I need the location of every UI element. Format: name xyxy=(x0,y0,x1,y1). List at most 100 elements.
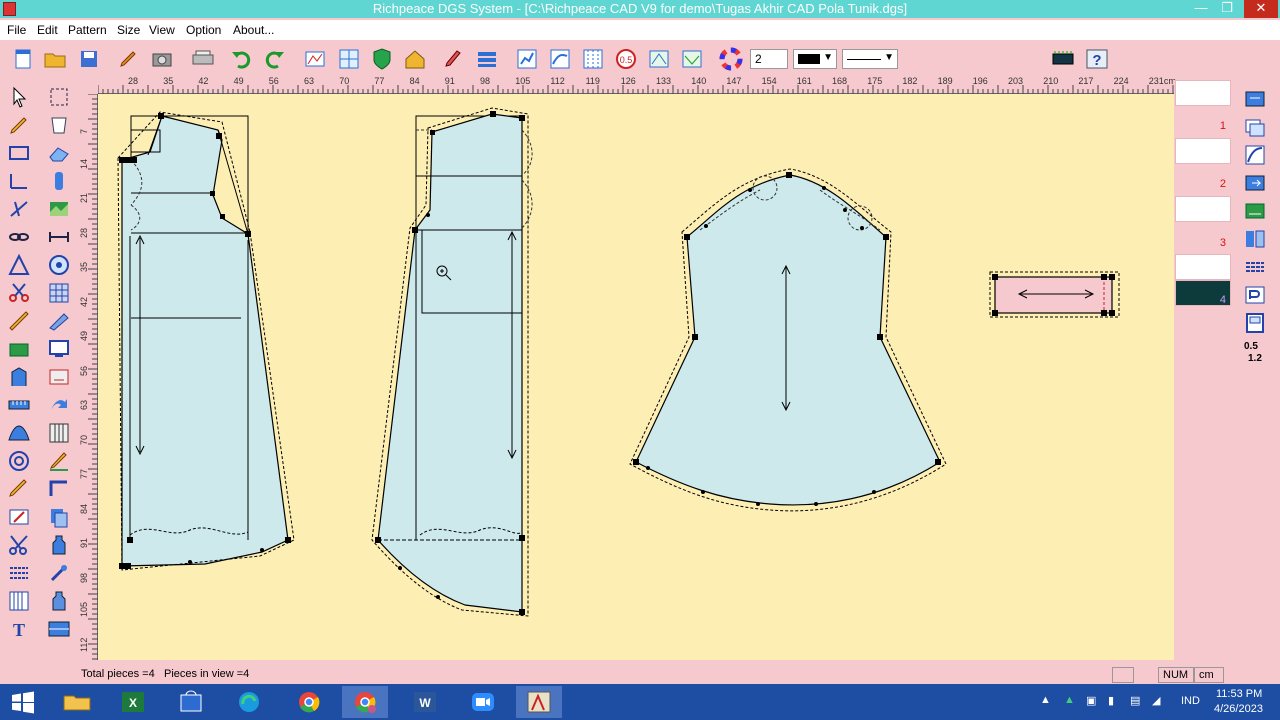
piece-copy-icon[interactable] xyxy=(1240,114,1270,140)
bottle-blue-icon[interactable] xyxy=(46,588,72,614)
seam-value-icon[interactable]: 0.5 1.2 xyxy=(1240,338,1270,364)
store-icon[interactable] xyxy=(168,686,214,718)
layers-icon[interactable] xyxy=(474,46,500,72)
pencil-edit-icon[interactable] xyxy=(115,46,141,72)
grid-pattern-icon[interactable] xyxy=(46,280,72,306)
tray-monitor-icon[interactable]: ▣ xyxy=(1086,694,1096,707)
seam-allowance-icon[interactable]: 0.5 xyxy=(613,46,639,72)
sewing-needle-icon[interactable] xyxy=(46,560,72,586)
measure-distance-icon[interactable] xyxy=(46,224,72,250)
close-button[interactable]: ✕ xyxy=(1244,0,1278,18)
shield-piece-icon[interactable] xyxy=(369,46,395,72)
minimize-button[interactable]: — xyxy=(1188,0,1214,18)
blue-tube-icon[interactable] xyxy=(46,168,72,194)
pattern-piece-1[interactable] xyxy=(117,111,295,571)
green-box-icon[interactable] xyxy=(6,336,32,362)
edge-browser-icon[interactable] xyxy=(226,686,272,718)
point-transform-icon[interactable] xyxy=(6,196,32,222)
piece-thumb-1[interactable] xyxy=(1175,80,1231,106)
menu-edit[interactable]: Edit xyxy=(37,23,58,37)
color-select[interactable]: ▼ xyxy=(793,49,837,69)
scissors-cut-icon[interactable] xyxy=(6,280,32,306)
tray-network-icon[interactable]: ▤ xyxy=(1130,694,1140,707)
copy-piece-icon[interactable] xyxy=(46,504,72,530)
clock-date[interactable]: 4/26/2023 xyxy=(1214,703,1263,715)
grid-piece-icon[interactable] xyxy=(336,46,362,72)
language-indicator[interactable]: IND xyxy=(1181,695,1200,707)
bucket-icon[interactable] xyxy=(46,112,72,138)
new-file-icon[interactable] xyxy=(10,46,36,72)
excel-icon[interactable]: X xyxy=(110,686,156,718)
menu-option[interactable]: Option xyxy=(186,23,221,37)
line-number-input[interactable]: 2 xyxy=(750,49,788,69)
eraser-icon[interactable] xyxy=(46,140,72,166)
line-style-select[interactable]: ▼ xyxy=(842,49,898,69)
memory-chip-icon[interactable] xyxy=(1050,46,1076,72)
open-folder-icon[interactable] xyxy=(42,46,68,72)
help-icon[interactable]: ? xyxy=(1084,46,1110,72)
pattern-piece-4[interactable] xyxy=(989,271,1120,318)
file-explorer-icon[interactable] xyxy=(54,686,100,718)
richpeace-cad-taskbar-icon[interactable] xyxy=(516,686,562,718)
maximize-button[interactable]: ❐ xyxy=(1214,0,1240,18)
piece-rotate-icon[interactable] xyxy=(46,364,72,390)
monitor-icon[interactable] xyxy=(46,336,72,362)
angle-ruler-icon[interactable] xyxy=(6,168,32,194)
pencil-icon[interactable] xyxy=(6,112,32,138)
blue-arrow-icon[interactable] xyxy=(46,392,72,418)
notch-icon[interactable] xyxy=(6,364,32,390)
piece-frame-icon[interactable] xyxy=(1240,310,1270,336)
tray-drive-icon[interactable]: ▲ xyxy=(1064,694,1075,706)
stripe-lines-icon[interactable] xyxy=(6,560,32,586)
text-tool-icon[interactable]: T xyxy=(6,616,32,642)
piece-thumb-2[interactable] xyxy=(1175,138,1231,164)
scissors-icon[interactable] xyxy=(6,532,32,558)
ruler-pencil-icon[interactable] xyxy=(6,308,32,334)
piece-lines-icon[interactable] xyxy=(1240,254,1270,280)
ruler-icon[interactable] xyxy=(6,392,32,418)
import-piece-icon[interactable] xyxy=(1240,86,1270,112)
triangle-icon[interactable] xyxy=(6,252,32,278)
chart-grid-icon[interactable] xyxy=(514,46,540,72)
chrome-browser-icon[interactable] xyxy=(286,686,332,718)
pattern-grade-icon[interactable] xyxy=(302,46,328,72)
pencil-stripe-icon[interactable] xyxy=(46,448,72,474)
word-icon[interactable]: W xyxy=(402,686,448,718)
menu-size[interactable]: Size xyxy=(117,23,140,37)
piece-thumb-blank[interactable] xyxy=(1175,254,1231,280)
pattern-canvas[interactable] xyxy=(98,94,1174,660)
pattern-piece-3[interactable] xyxy=(629,168,947,512)
tray-signal-icon[interactable]: ◢ xyxy=(1152,694,1160,707)
pleat-icon[interactable] xyxy=(46,420,72,446)
zoom-app-icon[interactable] xyxy=(460,686,506,718)
frame-icon[interactable] xyxy=(46,476,72,502)
stripe-grid-icon[interactable] xyxy=(6,588,32,614)
bottle-icon[interactable] xyxy=(46,532,72,558)
chrome-profile-icon[interactable] xyxy=(342,686,388,718)
rectangle-icon[interactable] xyxy=(6,140,32,166)
undo-icon[interactable] xyxy=(228,46,254,72)
piece-split-icon[interactable] xyxy=(1240,226,1270,252)
menu-file[interactable]: File xyxy=(7,23,26,37)
spiral-icon[interactable] xyxy=(6,448,32,474)
pattern-drawing[interactable] xyxy=(98,94,1174,660)
piece-green-icon[interactable] xyxy=(1240,198,1270,224)
save-icon[interactable] xyxy=(76,46,102,72)
pattern-piece-2[interactable] xyxy=(371,107,533,617)
color-wheel-icon[interactable] xyxy=(718,46,744,72)
tray-battery-icon[interactable]: ▮ xyxy=(1108,694,1114,707)
piece-export-icon[interactable] xyxy=(1240,170,1270,196)
curve-measure-icon[interactable] xyxy=(547,46,573,72)
circle-target-icon[interactable] xyxy=(46,252,72,278)
clock-time[interactable]: 11:53 PM xyxy=(1216,688,1262,700)
edit-lines-icon[interactable] xyxy=(6,504,32,530)
dart-icon[interactable] xyxy=(46,308,72,334)
green-landscape-icon[interactable] xyxy=(46,196,72,222)
piece-fold-icon[interactable] xyxy=(679,46,705,72)
piece-curve-icon[interactable] xyxy=(1240,142,1270,168)
redo-icon[interactable] xyxy=(262,46,288,72)
chain-icon[interactable] xyxy=(6,224,32,250)
piece-thumb-3[interactable] xyxy=(1175,196,1231,222)
house-icon[interactable] xyxy=(402,46,428,72)
plotter-icon[interactable] xyxy=(190,46,216,72)
